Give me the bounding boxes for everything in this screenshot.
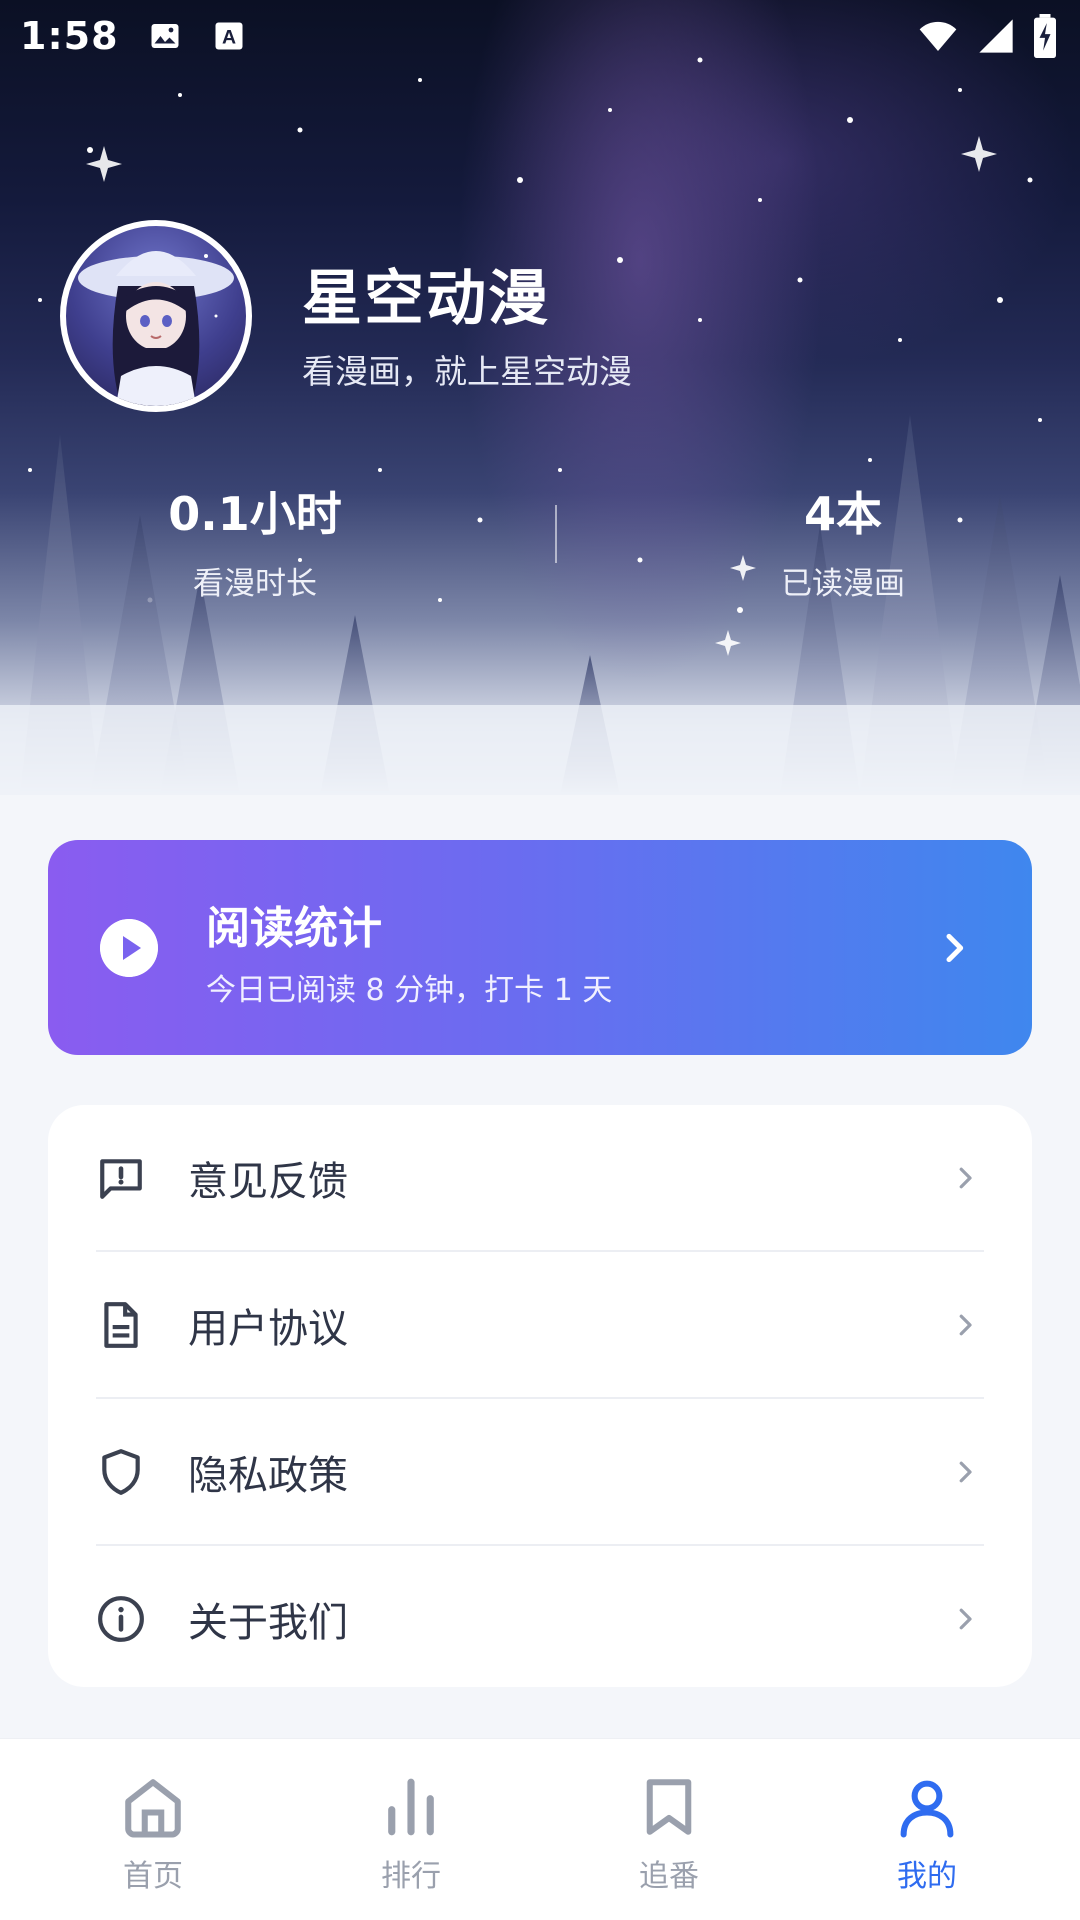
menu-item-label: 用户协议	[188, 1306, 348, 1352]
nav-following[interactable]: 追番	[569, 1739, 769, 1920]
chevron-right-icon	[959, 1608, 972, 1630]
font-download-icon: A	[215, 22, 243, 50]
chevron-right-icon	[959, 1461, 972, 1483]
feedback-icon	[100, 1159, 142, 1199]
nav-profile-label: 我的	[897, 1859, 957, 1894]
stat-books-read: 4本 已读漫画	[743, 478, 943, 603]
image-icon	[151, 24, 179, 48]
menu-item-label: 意见反馈	[188, 1159, 348, 1205]
stat-reading-time-label: 看漫时长	[193, 566, 317, 602]
reading-stats-card[interactable]: 阅读统计 今日已阅读 8 分钟，打卡 1 天	[48, 840, 1032, 1055]
play-icon	[100, 919, 158, 977]
bookmark-icon	[646, 1779, 692, 1835]
stat-reading-time: 0.1小时 看漫时长	[150, 478, 360, 603]
bottom-navigation: 首页 排行 追番 我的	[0, 1738, 1080, 1920]
svg-text:A: A	[221, 27, 235, 49]
app-tagline: 看漫画，就上星空动漫	[302, 352, 632, 391]
menu-item-feedback[interactable]: 意见反馈	[48, 1105, 1032, 1251]
nav-home-label: 首页	[123, 1859, 183, 1894]
stat-divider	[555, 505, 557, 563]
menu-item-about-us[interactable]: 关于我们	[48, 1546, 1032, 1692]
info-icon	[98, 1596, 144, 1642]
menu-item-user-agreement[interactable]: 用户协议	[48, 1252, 1032, 1398]
menu-item-label: 隐私政策	[188, 1453, 348, 1499]
status-time: 1:58	[20, 14, 119, 58]
nav-profile[interactable]: 我的	[827, 1739, 1027, 1920]
home-icon	[125, 1779, 181, 1838]
nav-ranking[interactable]: 排行	[311, 1739, 511, 1920]
bar-chart-icon	[388, 1778, 434, 1836]
signal-icon	[979, 19, 1013, 53]
reading-stats-subtitle: 今日已阅读 8 分钟，打卡 1 天	[206, 973, 613, 1008]
document-icon	[104, 1302, 138, 1348]
battery-charging-icon	[1034, 14, 1056, 58]
chevron-right-icon	[959, 1314, 972, 1336]
app-title: 星空动漫	[302, 264, 550, 334]
wifi-icon	[919, 21, 957, 51]
shield-icon	[102, 1449, 140, 1495]
user-icon	[900, 1780, 954, 1838]
chevron-right-icon	[959, 1167, 972, 1189]
stat-books-read-value: 4本	[803, 487, 882, 541]
status-bar: 1:58 A	[0, 0, 1080, 72]
nav-ranking-label: 排行	[381, 1859, 441, 1894]
nav-home[interactable]: 首页	[53, 1739, 253, 1920]
menu-item-privacy-policy[interactable]: 隐私政策	[48, 1399, 1032, 1545]
settings-menu: 意见反馈 用户协议 隐私政策 关于我们	[48, 1105, 1032, 1687]
anime-girl-avatar	[78, 251, 234, 406]
reading-stats-title: 阅读统计	[206, 903, 382, 954]
chevron-right-icon	[946, 933, 964, 963]
profile-header: 1:58 A 星空动漫 看漫画，就上星空动漫 0.1小时 看漫时长 4本 已读漫…	[0, 0, 1080, 795]
nav-following-label: 追番	[639, 1859, 699, 1894]
stat-reading-time-value: 0.1小时	[168, 487, 342, 541]
avatar[interactable]	[60, 220, 252, 412]
stat-books-read-label: 已读漫画	[781, 566, 905, 602]
menu-item-label: 关于我们	[188, 1600, 348, 1646]
